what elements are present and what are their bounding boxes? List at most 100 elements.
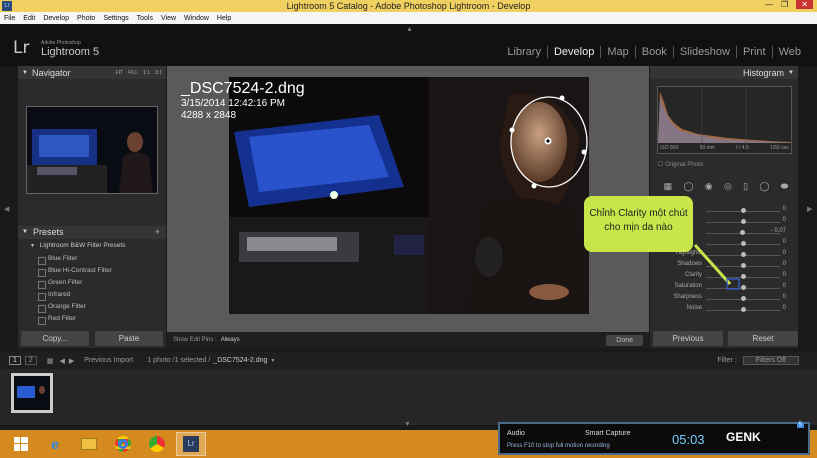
paste-button[interactable]: Paste bbox=[95, 331, 163, 346]
edit-pins-select[interactable]: Always bbox=[221, 337, 240, 343]
page-1-button[interactable]: 1 bbox=[9, 356, 21, 365]
menu-view[interactable]: View bbox=[161, 15, 176, 22]
zoom-3-1[interactable]: 3:1 bbox=[155, 70, 162, 76]
spot-removal-icon[interactable]: ◉ bbox=[705, 181, 713, 192]
preset-item[interactable]: Red Filter bbox=[24, 314, 162, 326]
module-map[interactable]: Map bbox=[600, 46, 634, 58]
copy-button[interactable]: Copy... bbox=[21, 331, 89, 346]
grid-view-icon[interactable]: ▦ bbox=[47, 357, 54, 365]
filmstrip-bar: 1 2 ▦ ◀ ▶ Previous Import 1 photo /1 sel… bbox=[0, 352, 817, 369]
preset-item[interactable]: Orange Filter bbox=[24, 302, 162, 314]
filmstrip-thumbnail[interactable] bbox=[11, 373, 53, 413]
graduated-filter-icon[interactable]: ▯ bbox=[743, 181, 748, 192]
slider-value: 0 bbox=[782, 272, 786, 278]
menu-photo[interactable]: Photo bbox=[77, 15, 95, 22]
collapse-bottom-icon[interactable]: ▼ bbox=[404, 421, 411, 428]
module-slideshow[interactable]: Slideshow bbox=[672, 46, 736, 58]
module-book[interactable]: Book bbox=[634, 46, 673, 58]
collapse-left-icon[interactable]: ◀ bbox=[4, 205, 9, 213]
audio-label[interactable]: Audio bbox=[507, 430, 525, 437]
histogram-chart[interactable]: ISO 800 50 mm f / 4.5 1/50 sec bbox=[657, 86, 792, 154]
dropdown-arrow-icon[interactable]: ▼ bbox=[270, 358, 275, 364]
slider-knob[interactable] bbox=[739, 230, 745, 235]
maximize-button[interactable]: ❐ bbox=[781, 0, 788, 9]
chrome-icon[interactable] bbox=[108, 432, 138, 456]
slider-value: 0 bbox=[782, 217, 786, 223]
photo-date: 3/15/2014 12:42:16 PM bbox=[181, 98, 285, 109]
slider-knob[interactable] bbox=[740, 252, 746, 257]
preset-item[interactable]: Blue Filter bbox=[24, 254, 162, 266]
forward-arrow-icon[interactable]: ▶ bbox=[69, 357, 74, 365]
previous-button[interactable]: Previous bbox=[653, 331, 723, 346]
triangle-down-icon: ▼ bbox=[30, 243, 35, 249]
chrome-alt-icon[interactable] bbox=[142, 432, 172, 456]
module-develop[interactable]: Develop bbox=[546, 46, 600, 58]
presets-header[interactable]: ▼ Presets + bbox=[18, 226, 166, 239]
module-library[interactable]: Library bbox=[501, 46, 547, 58]
previous-import[interactable]: Previous Import bbox=[84, 357, 133, 364]
adjustment-brush-icon[interactable]: ⬬ bbox=[781, 181, 789, 192]
selection-status: 1 photo /1 selected / bbox=[147, 357, 211, 364]
slider-knob[interactable] bbox=[740, 296, 746, 301]
preset-item[interactable]: Infrared bbox=[24, 290, 162, 302]
preset-group[interactable]: ▼ Lightroom B&W Filter Presets bbox=[24, 242, 162, 254]
slider-knob[interactable] bbox=[740, 241, 746, 246]
menu-file[interactable]: File bbox=[4, 15, 15, 22]
menu-edit[interactable]: Edit bbox=[23, 15, 35, 22]
radial-filter-icon[interactable]: ◯ bbox=[759, 181, 769, 192]
done-button[interactable]: Done bbox=[606, 334, 643, 346]
file-explorer-icon[interactable] bbox=[74, 432, 104, 456]
zoom-fit[interactable]: FIT bbox=[116, 70, 124, 76]
collapse-top-icon[interactable]: ▲ bbox=[406, 26, 413, 33]
navigator-preview[interactable] bbox=[26, 106, 158, 194]
slider-knob[interactable] bbox=[740, 285, 746, 290]
windows-start-icon[interactable] bbox=[6, 432, 36, 456]
menu-develop[interactable]: Develop bbox=[43, 15, 69, 22]
menu-window[interactable]: Window bbox=[184, 15, 209, 22]
internet-explorer-icon[interactable]: e bbox=[40, 432, 70, 456]
menu-tools[interactable]: Tools bbox=[137, 15, 153, 22]
triangle-down-icon: ▼ bbox=[22, 69, 28, 76]
image-canvas[interactable]: _DSC7524-2.dng 3/15/2014 12:42:16 PM 428… bbox=[167, 66, 649, 348]
slider-row[interactable]: Sharpness 0 bbox=[650, 294, 798, 305]
collapse-right-icon[interactable]: ▶ bbox=[807, 205, 812, 213]
grid-overlay-icon[interactable]: ▦ bbox=[664, 181, 673, 192]
reset-button[interactable]: Reset bbox=[728, 331, 798, 346]
slider-knob[interactable] bbox=[740, 208, 746, 213]
histogram-title: Histogram bbox=[743, 67, 785, 78]
module-print[interactable]: Print bbox=[735, 46, 772, 58]
close-button[interactable]: ✕ bbox=[796, 0, 813, 9]
slider-row[interactable]: Noise 0 bbox=[650, 305, 798, 316]
slider-value: 0 bbox=[782, 305, 786, 311]
crop-icon[interactable]: ◯ bbox=[683, 181, 693, 192]
page-2-button[interactable]: 2 bbox=[24, 356, 37, 365]
histogram-header[interactable]: Histogram ▼ bbox=[650, 66, 798, 79]
window-title: Lightroom 5 Catalog - Adobe Photoshop Li… bbox=[286, 1, 531, 11]
selected-file[interactable]: _DSC7524-2.dng bbox=[213, 357, 267, 364]
slider-label: Sharpness bbox=[673, 294, 702, 300]
slider-knob[interactable] bbox=[740, 219, 746, 224]
back-arrow-icon[interactable]: ◀ bbox=[59, 357, 64, 365]
module-web[interactable]: Web bbox=[771, 46, 807, 58]
add-preset-icon[interactable]: + bbox=[155, 226, 160, 239]
preset-item[interactable]: Blue Hi-Contrast Filter bbox=[24, 266, 162, 278]
zoom-1-1[interactable]: 1:1 bbox=[143, 70, 150, 76]
slider-value: 0 bbox=[782, 283, 786, 289]
zoom-fill[interactable]: FILL bbox=[128, 70, 138, 76]
preset-item[interactable]: Green Filter bbox=[24, 278, 162, 290]
original-photo-toggle[interactable]: ☐ Original Photo bbox=[658, 161, 703, 168]
filter-select[interactable]: Filters Off bbox=[742, 356, 799, 365]
smart-capture-label[interactable]: Smart Capture bbox=[585, 430, 631, 437]
menu-settings[interactable]: Settings bbox=[103, 15, 128, 22]
histo-focal: 50 mm bbox=[699, 145, 715, 151]
slider-knob[interactable] bbox=[740, 274, 746, 279]
slider-knob[interactable] bbox=[740, 307, 746, 312]
lightroom-taskbar-icon[interactable]: Lr bbox=[176, 432, 206, 456]
slider-knob[interactable] bbox=[740, 263, 746, 268]
recording-hint: Press F10 to stop full motion recording bbox=[507, 443, 610, 449]
minimize-button[interactable]: — bbox=[765, 0, 773, 9]
navigator-header[interactable]: ▼ Navigator FIT FILL 1:1 3:1 bbox=[18, 66, 166, 79]
red-eye-icon[interactable]: ◎ bbox=[724, 181, 732, 192]
menu-help[interactable]: Help bbox=[217, 15, 231, 22]
presets-title: Presets bbox=[33, 227, 64, 237]
